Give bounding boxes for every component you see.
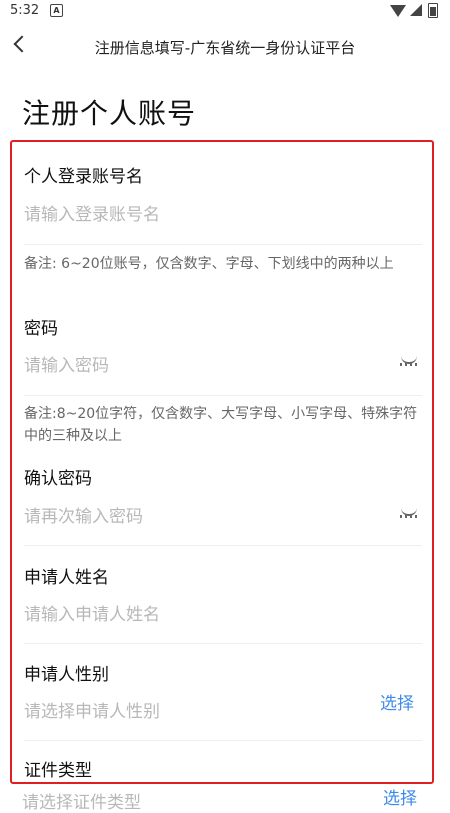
confirm-password-input[interactable]: 请再次输入密码 bbox=[24, 502, 143, 527]
id-type-label: 证件类型 bbox=[24, 761, 92, 781]
registration-form: 个人登录账号名 请输入登录账号名 备注: 6~20位账号，仅含数字、字母、下划线… bbox=[10, 140, 434, 784]
divider bbox=[24, 545, 422, 546]
notification-icon: A bbox=[50, 4, 63, 17]
status-bar: 5:32 A bbox=[0, 0, 450, 24]
applicant-gender-label: 申请人性别 bbox=[24, 665, 109, 685]
password-label: 密码 bbox=[24, 319, 58, 339]
divider bbox=[24, 643, 422, 644]
eye-closed-icon[interactable] bbox=[400, 356, 420, 366]
applicant-gender-input[interactable]: 请选择申请人性别 bbox=[24, 697, 160, 722]
signal-icon bbox=[410, 4, 422, 16]
divider bbox=[24, 244, 422, 245]
page-title: 注册个人账号 bbox=[22, 97, 197, 130]
gender-select-button[interactable]: 选择 bbox=[380, 689, 414, 714]
wifi-icon bbox=[390, 5, 406, 17]
title-bar: 注册信息填写-广东省统一身份认证平台 bbox=[0, 28, 450, 64]
divider bbox=[24, 740, 422, 741]
applicant-name-input[interactable]: 请输入申请人姓名 bbox=[24, 600, 160, 625]
username-input[interactable]: 请输入登录账号名 bbox=[24, 200, 160, 225]
id-type-select-button[interactable]: 选择 bbox=[383, 784, 417, 809]
battery-icon bbox=[428, 3, 438, 18]
username-label: 个人登录账号名 bbox=[24, 167, 143, 187]
confirm-password-label: 确认密码 bbox=[24, 469, 92, 489]
eye-closed-icon[interactable] bbox=[400, 508, 420, 518]
applicant-name-label: 申请人姓名 bbox=[24, 568, 109, 588]
id-type-input[interactable]: 请选择证件类型 bbox=[22, 788, 141, 813]
password-input[interactable]: 请输入密码 bbox=[24, 351, 109, 376]
status-time: 5:32 bbox=[10, 3, 40, 18]
username-note: 备注: 6~20位账号，仅含数字、字母、下划线中的两种以上 bbox=[24, 256, 394, 272]
header-title: 注册信息填写-广东省统一身份认证平台 bbox=[94, 39, 356, 57]
password-note: 备注:8~20位字符，仅含数字、大写字母、小写字母、特殊字符中的三种及以上 bbox=[24, 406, 418, 444]
divider bbox=[24, 395, 422, 396]
